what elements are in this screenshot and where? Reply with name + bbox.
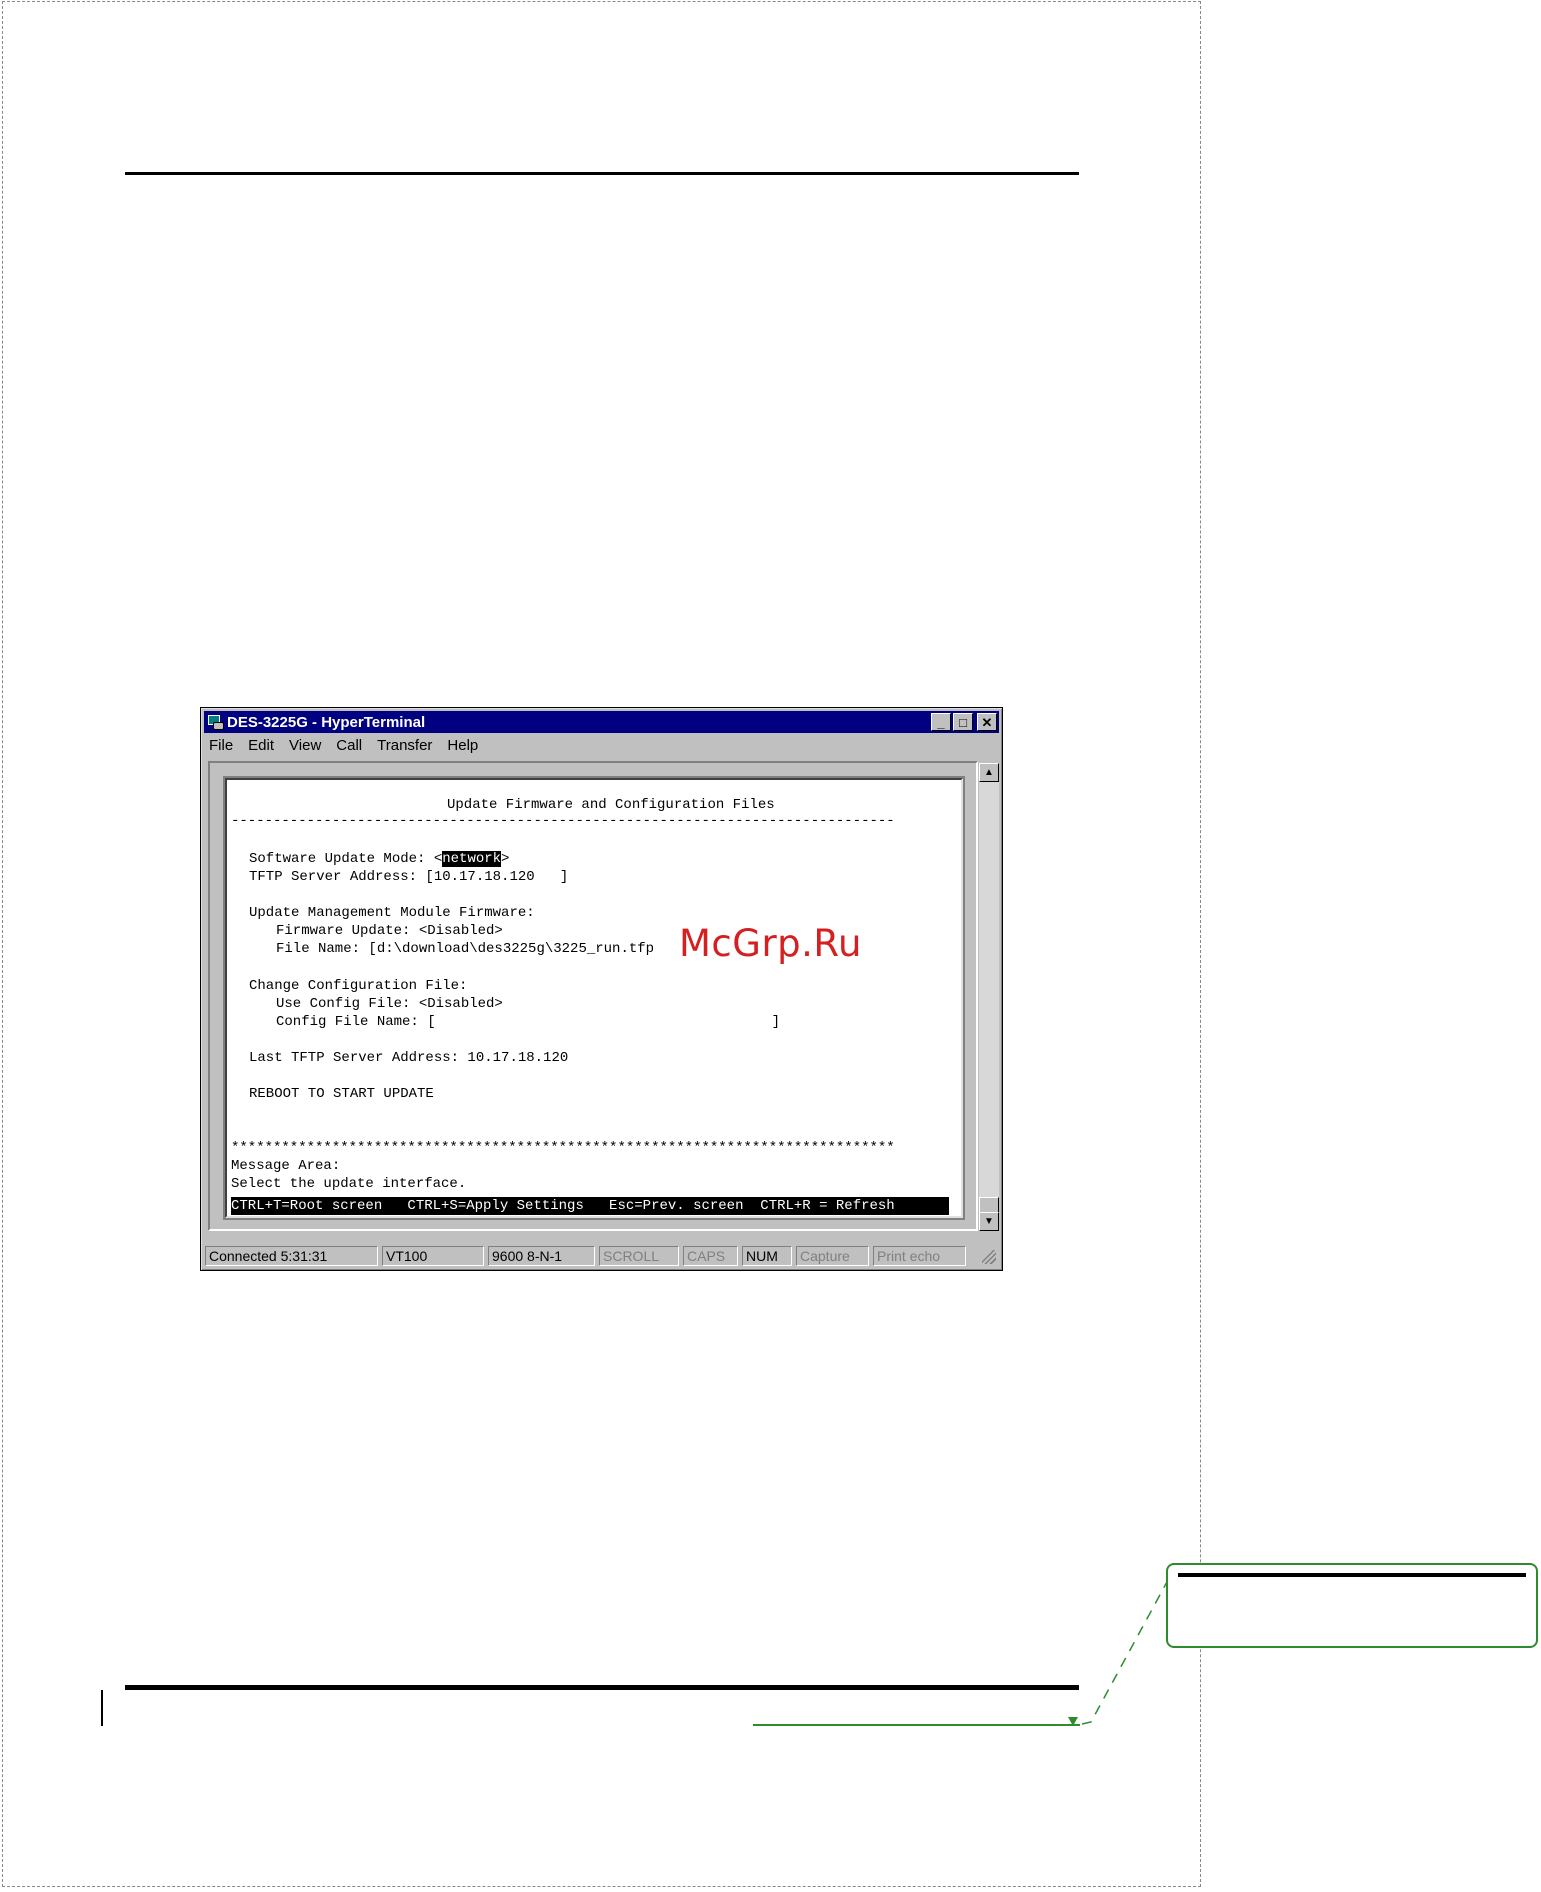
close-button[interactable]: ✕	[977, 713, 997, 731]
scroll-up-icon[interactable]: ▲	[979, 763, 999, 782]
status-capture: Capture	[796, 1246, 869, 1266]
status-caps: CAPS	[683, 1246, 738, 1266]
hotkey-bar: CTRL+T=Root screen CTRL+S=Apply Settings…	[231, 1197, 949, 1215]
update-mode-label: Software Update Mode: <	[249, 851, 443, 867]
menu-bar: File Edit View Call Transfer Help	[209, 737, 493, 757]
hyperterminal-icon[interactable]	[207, 714, 224, 730]
update-mode-row: Software Update Mode: <network>	[249, 850, 509, 868]
heading-separator: ----------------------------------------…	[231, 813, 895, 829]
hyperterminal-window: DES-3225G - HyperTerminal _ □ ✕ File Edi…	[200, 707, 1003, 1271]
menu-call[interactable]: Call	[336, 737, 362, 757]
menu-view[interactable]: View	[289, 737, 321, 757]
menu-edit[interactable]: Edit	[248, 737, 274, 757]
message-area-label: Message Area:	[231, 1158, 341, 1174]
maximize-button[interactable]: □	[953, 713, 973, 731]
message-separator: ****************************************…	[231, 1140, 895, 1156]
terminal-area[interactable]: Update Firmware and Configuration Files …	[208, 761, 978, 1231]
status-print-echo: Print echo	[873, 1246, 966, 1266]
watermark: McGrp.Ru	[679, 922, 862, 965]
status-port-settings: 9600 8-N-1	[488, 1246, 595, 1266]
tftp-server-field[interactable]: TFTP Server Address: [10.17.18.120 ]	[249, 868, 568, 886]
scroll-down-icon[interactable]: ▼	[979, 1212, 999, 1231]
status-scroll: SCROLL	[599, 1246, 679, 1266]
status-bar: Connected 5:31:31 VT100 9600 8-N-1 SCROL…	[205, 1246, 998, 1266]
window-title: DES-3225G - HyperTerminal	[227, 713, 426, 731]
reboot-command[interactable]: REBOOT TO START UPDATE	[249, 1085, 434, 1103]
status-emulation: VT100	[382, 1246, 484, 1266]
update-mode-value[interactable]: network	[442, 851, 502, 867]
status-num: NUM	[742, 1246, 792, 1266]
menu-help[interactable]: Help	[447, 737, 478, 757]
vertical-scrollbar[interactable]: ▲ ▼	[979, 763, 999, 1231]
config-file-name-field[interactable]: Config File Name: [ ]	[276, 1013, 780, 1031]
use-config-file-field[interactable]: Use Config File: <Disabled>	[276, 995, 503, 1013]
update-mode-close: >	[501, 851, 510, 867]
firmware-file-name-field[interactable]: File Name: [d:\download\des3225g\3225_ru…	[276, 940, 654, 958]
scroll-thumb[interactable]	[979, 1197, 999, 1213]
minimize-button[interactable]: _	[931, 713, 951, 731]
message-text: Select the update interface.	[231, 1176, 467, 1192]
terminal-console[interactable]: Update Firmware and Configuration Files …	[225, 778, 963, 1218]
menu-transfer[interactable]: Transfer	[377, 737, 432, 757]
mgmt-firmware-heading: Update Management Module Firmware:	[249, 905, 535, 921]
firmware-update-field[interactable]: Firmware Update: <Disabled>	[276, 922, 503, 940]
title-bar[interactable]: DES-3225G - HyperTerminal _ □ ✕	[204, 711, 999, 733]
config-file-heading: Change Configuration File:	[249, 978, 468, 994]
last-tftp-address: Last TFTP Server Address: 10.17.18.120	[249, 1050, 569, 1066]
margin-callout	[1166, 1563, 1538, 1648]
status-connected: Connected 5:31:31	[205, 1246, 378, 1266]
resize-grip-icon[interactable]	[982, 1250, 996, 1264]
menu-file[interactable]: File	[209, 737, 233, 757]
callout-rule	[1178, 1573, 1526, 1577]
